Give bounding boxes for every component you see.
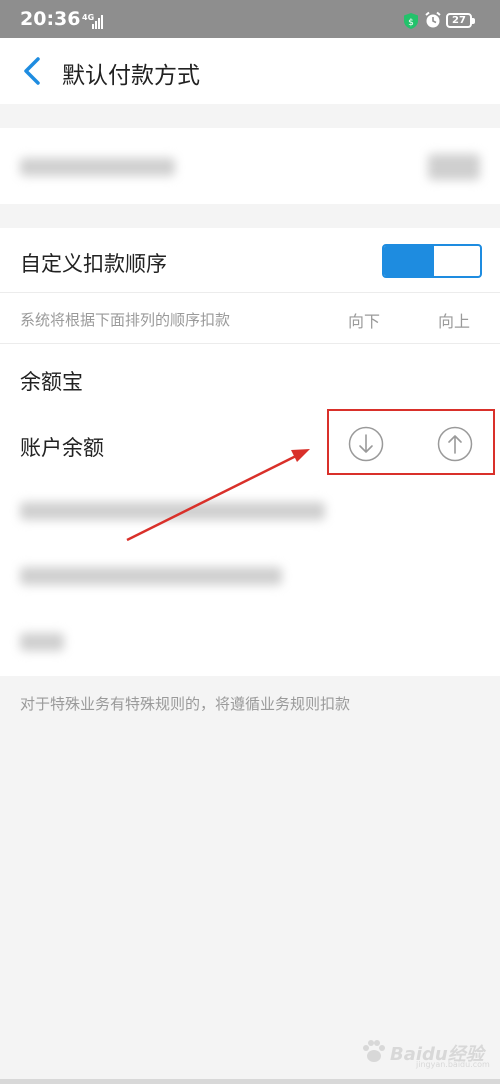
custom-order-toggle[interactable]: [382, 244, 482, 278]
battery-icon: 27: [446, 13, 475, 28]
shield-icon: $: [404, 13, 418, 29]
payment-method-name[interactable]: 账户余额: [20, 432, 104, 462]
blurred-card: [0, 128, 500, 204]
annotation-highlight-box: [327, 409, 495, 475]
blurred-list-item: [20, 633, 64, 651]
payment-method-name[interactable]: 余额宝: [20, 366, 83, 396]
page-title: 默认付款方式: [62, 63, 200, 89]
svg-text:$: $: [408, 18, 414, 28]
watermark: Baidu经验 jingyan.baidu.com: [360, 1032, 490, 1072]
blurred-text: [20, 158, 175, 176]
order-hint-text: 系统将根据下面排列的顺序扣款: [20, 311, 231, 329]
down-column-label: 向下: [348, 312, 381, 331]
blurred-list-item: [20, 567, 282, 585]
blurred-button: [428, 154, 480, 180]
payment-method-list: 余额宝 账户余额: [0, 344, 500, 676]
blurred-list-item: [20, 502, 325, 520]
watermark-url: jingyan.baidu.com: [416, 1060, 490, 1069]
custom-order-label: 自定义扣款顺序: [20, 252, 167, 276]
nav-bar: 默认付款方式: [0, 38, 500, 104]
up-column-label: 向上: [438, 312, 471, 331]
paw-icon: [363, 1040, 385, 1062]
footer-note: 对于特殊业务有特殊规则的，将遵循业务规则扣款: [20, 695, 351, 713]
back-arrow-icon[interactable]: [14, 51, 50, 91]
bottom-strip: [0, 1079, 500, 1084]
alarm-icon: [425, 11, 441, 28]
status-time: 20:36: [20, 8, 81, 30]
signal-icon: [92, 13, 104, 29]
toggle-on-half: [384, 246, 434, 276]
status-bar: 20:36 4G $ 27: [0, 0, 500, 38]
order-hint-row: 系统将根据下面排列的顺序扣款 向下 向上: [0, 292, 500, 344]
